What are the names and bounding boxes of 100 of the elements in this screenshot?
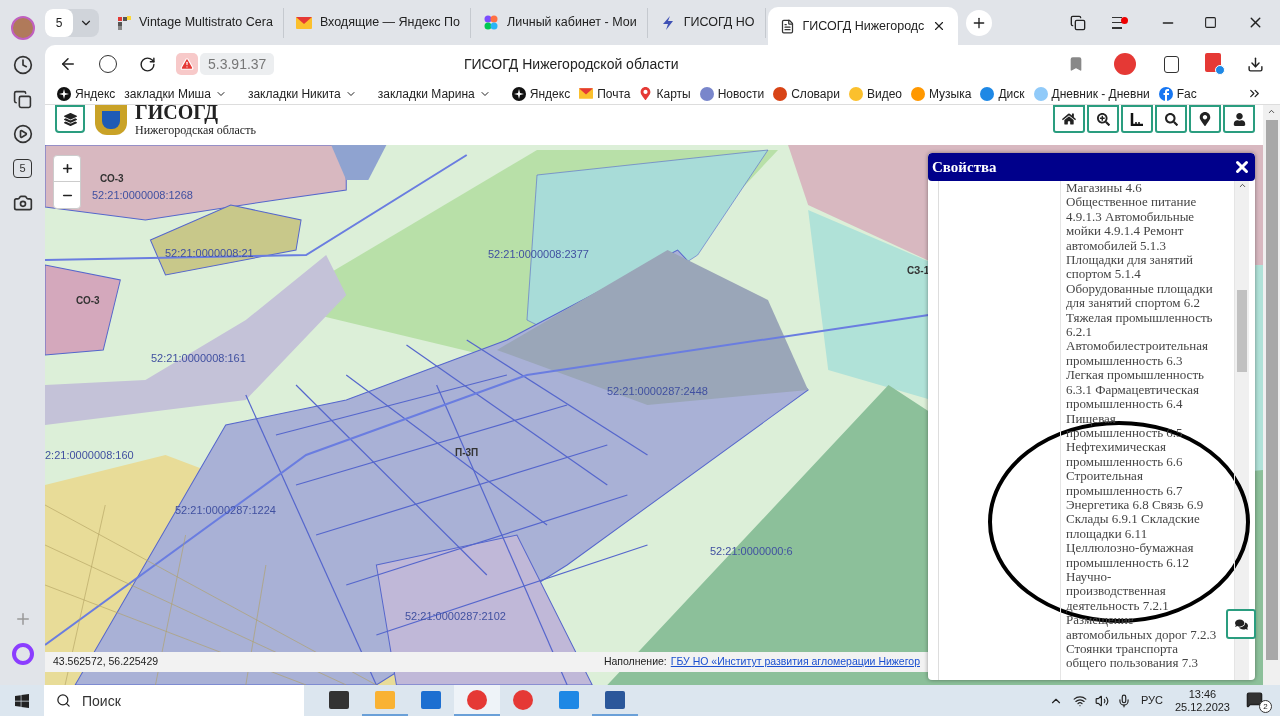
property-line: Оборудованные площадки bbox=[1066, 281, 1214, 297]
bookmark-link[interactable]: Fac bbox=[1158, 84, 1197, 103]
address-field[interactable]: 5.3.91.37 bbox=[200, 53, 275, 75]
tiles-icon bbox=[117, 15, 131, 30]
user-icon bbox=[1232, 112, 1246, 126]
f-circle-icon bbox=[1158, 86, 1173, 101]
chat-button[interactable] bbox=[1226, 609, 1256, 639]
envelope-icon bbox=[295, 16, 312, 29]
microphone-icon[interactable] bbox=[1116, 693, 1131, 708]
back-icon[interactable] bbox=[59, 55, 77, 73]
tab-title: Входящие — Яндекс По bbox=[319, 14, 461, 32]
browser-tab[interactable]: ГИСОГД НО bbox=[649, 7, 766, 38]
bookmark-link[interactable]: закладки Миша bbox=[124, 84, 227, 103]
layers-icon bbox=[63, 112, 77, 126]
bookmark-link[interactable]: Диск bbox=[980, 84, 1025, 103]
bookmark-link[interactable]: закладки Никита bbox=[247, 84, 357, 103]
play-icon[interactable] bbox=[12, 124, 33, 144]
site-title: ГИСОГД bbox=[135, 101, 219, 123]
layers-button[interactable] bbox=[55, 105, 85, 133]
notifications-button[interactable]: 2 bbox=[1246, 688, 1272, 713]
close-icon[interactable] bbox=[1233, 158, 1251, 176]
history-icon[interactable] bbox=[12, 55, 33, 75]
scrollbar-thumb[interactable] bbox=[1237, 290, 1247, 372]
scroll-up-icon[interactable] bbox=[1237, 181, 1247, 190]
property-line: общего пользования 7.3 bbox=[1066, 656, 1200, 671]
browser-tab[interactable]: Входящие — Яндекс По bbox=[285, 7, 472, 38]
ruler-button[interactable] bbox=[1121, 105, 1153, 133]
property-line: Общественное питание bbox=[1066, 195, 1198, 210]
reload-icon[interactable] bbox=[139, 55, 156, 73]
pin-icon bbox=[639, 87, 653, 100]
app-icon bbox=[559, 690, 579, 709]
new-tab-button[interactable] bbox=[966, 9, 993, 36]
bookmark-link[interactable]: Словари bbox=[773, 84, 840, 103]
bookmark-link[interactable]: Новости bbox=[699, 84, 765, 103]
bookmark-link[interactable]: Дневник - Дневни bbox=[1033, 84, 1150, 103]
tab-title: ГИСОГД НО bbox=[683, 14, 755, 32]
star-circle-icon bbox=[57, 86, 71, 101]
property-line: Тяжелая промышленность bbox=[1066, 310, 1214, 326]
home-button[interactable] bbox=[1053, 105, 1085, 133]
property-line: Площадки для занятий bbox=[1066, 253, 1195, 268]
credit-label: Наполнение: bbox=[603, 654, 667, 670]
parcel-label: 52:21:0000008:21 bbox=[165, 246, 254, 261]
windows-icon[interactable] bbox=[14, 692, 30, 709]
scroll-up-icon[interactable] bbox=[1267, 107, 1276, 116]
bookmark-link[interactable]: закладки Марина bbox=[377, 84, 491, 103]
bookmark-link[interactable]: Карты bbox=[639, 84, 691, 103]
app-icon bbox=[329, 690, 349, 709]
clock-time: 13:46 bbox=[1188, 687, 1217, 701]
page-scrollbar[interactable] bbox=[1263, 105, 1280, 685]
warning-button[interactable] bbox=[176, 53, 198, 75]
screenshot-icon[interactable] bbox=[12, 193, 33, 213]
bookmark-link[interactable]: Яндекс bbox=[511, 84, 571, 103]
property-line: Целлюлозно-бумажная bbox=[1066, 541, 1195, 556]
tab-count-button[interactable]: 5 bbox=[45, 8, 99, 37]
page-title: ГИСОГД Нижегородской области bbox=[463, 54, 679, 74]
search-button[interactable] bbox=[1155, 105, 1187, 133]
notification-count: 2 bbox=[1259, 699, 1272, 713]
scrollbar-thumb[interactable] bbox=[1265, 120, 1278, 660]
credit-link[interactable]: ГБУ НО «Институт развития агломерации Нижегор bbox=[670, 654, 920, 670]
tab-title: Личный кабинет - Мои bbox=[507, 14, 637, 32]
property-line: производственная bbox=[1066, 584, 1167, 599]
bookmark-link[interactable]: Яндекс bbox=[57, 84, 116, 103]
property-line: Пищевая bbox=[1066, 411, 1116, 426]
browser-tab[interactable]: Личный кабинет - Мои bbox=[473, 7, 648, 38]
bookmark-link[interactable]: Музыка bbox=[911, 84, 972, 103]
maximize-icon[interactable] bbox=[1204, 16, 1217, 29]
menu-icon[interactable] bbox=[1112, 16, 1128, 29]
bookmark-icon[interactable] bbox=[1068, 56, 1084, 72]
dots-icon bbox=[483, 14, 500, 31]
parcel-label: 52:21:0000008:2377 bbox=[488, 247, 589, 262]
parcel-label: 52:21:0000008:1268 bbox=[92, 188, 193, 203]
property-line: промышленность 6.3 bbox=[1066, 353, 1183, 369]
site-subtitle: Нижегородская область bbox=[135, 123, 256, 137]
tab-count-badge[interactable]: 5 bbox=[13, 159, 32, 178]
tabs-panel-icon[interactable] bbox=[1070, 14, 1086, 31]
collections-icon[interactable] bbox=[13, 90, 32, 109]
property-line: автомобильных дорог 7.2.3 bbox=[1066, 627, 1218, 642]
user-button[interactable] bbox=[1223, 105, 1255, 133]
language-indicator[interactable]: РУС bbox=[1140, 692, 1163, 709]
property-line: Магазины 4.6 bbox=[1066, 181, 1143, 196]
search-field[interactable]: Поиск bbox=[44, 685, 304, 716]
home-icon bbox=[1062, 112, 1076, 126]
location-button[interactable] bbox=[1189, 105, 1221, 133]
extension-icon[interactable] bbox=[1164, 55, 1179, 73]
browser-tab[interactable]: Vintage Multistrato Cera bbox=[107, 7, 284, 38]
clock[interactable]: 13:46 25.12.2023 bbox=[1174, 687, 1230, 714]
property-line: площадки 6.11 bbox=[1066, 526, 1148, 542]
browser-tab[interactable]: ГИСОГД Нижегородс bbox=[767, 7, 959, 45]
property-line: Научно- bbox=[1066, 569, 1112, 585]
assistant-icon[interactable] bbox=[11, 643, 34, 665]
volume-icon[interactable] bbox=[1094, 693, 1109, 708]
avatar-icon[interactable] bbox=[10, 16, 35, 40]
property-line: Автомобилестроительная bbox=[1066, 339, 1209, 354]
download-icon[interactable] bbox=[1247, 55, 1264, 73]
bookmark-link[interactable]: Видео bbox=[848, 84, 902, 103]
bookmark-link[interactable]: Почта bbox=[579, 84, 631, 103]
property-line: Склады 6.9.1 Складские bbox=[1066, 512, 1201, 527]
wifi-icon[interactable] bbox=[1072, 693, 1087, 708]
zoom-in-button[interactable] bbox=[1087, 105, 1119, 133]
property-line: деятельность 7.2.1 bbox=[1066, 598, 1170, 614]
